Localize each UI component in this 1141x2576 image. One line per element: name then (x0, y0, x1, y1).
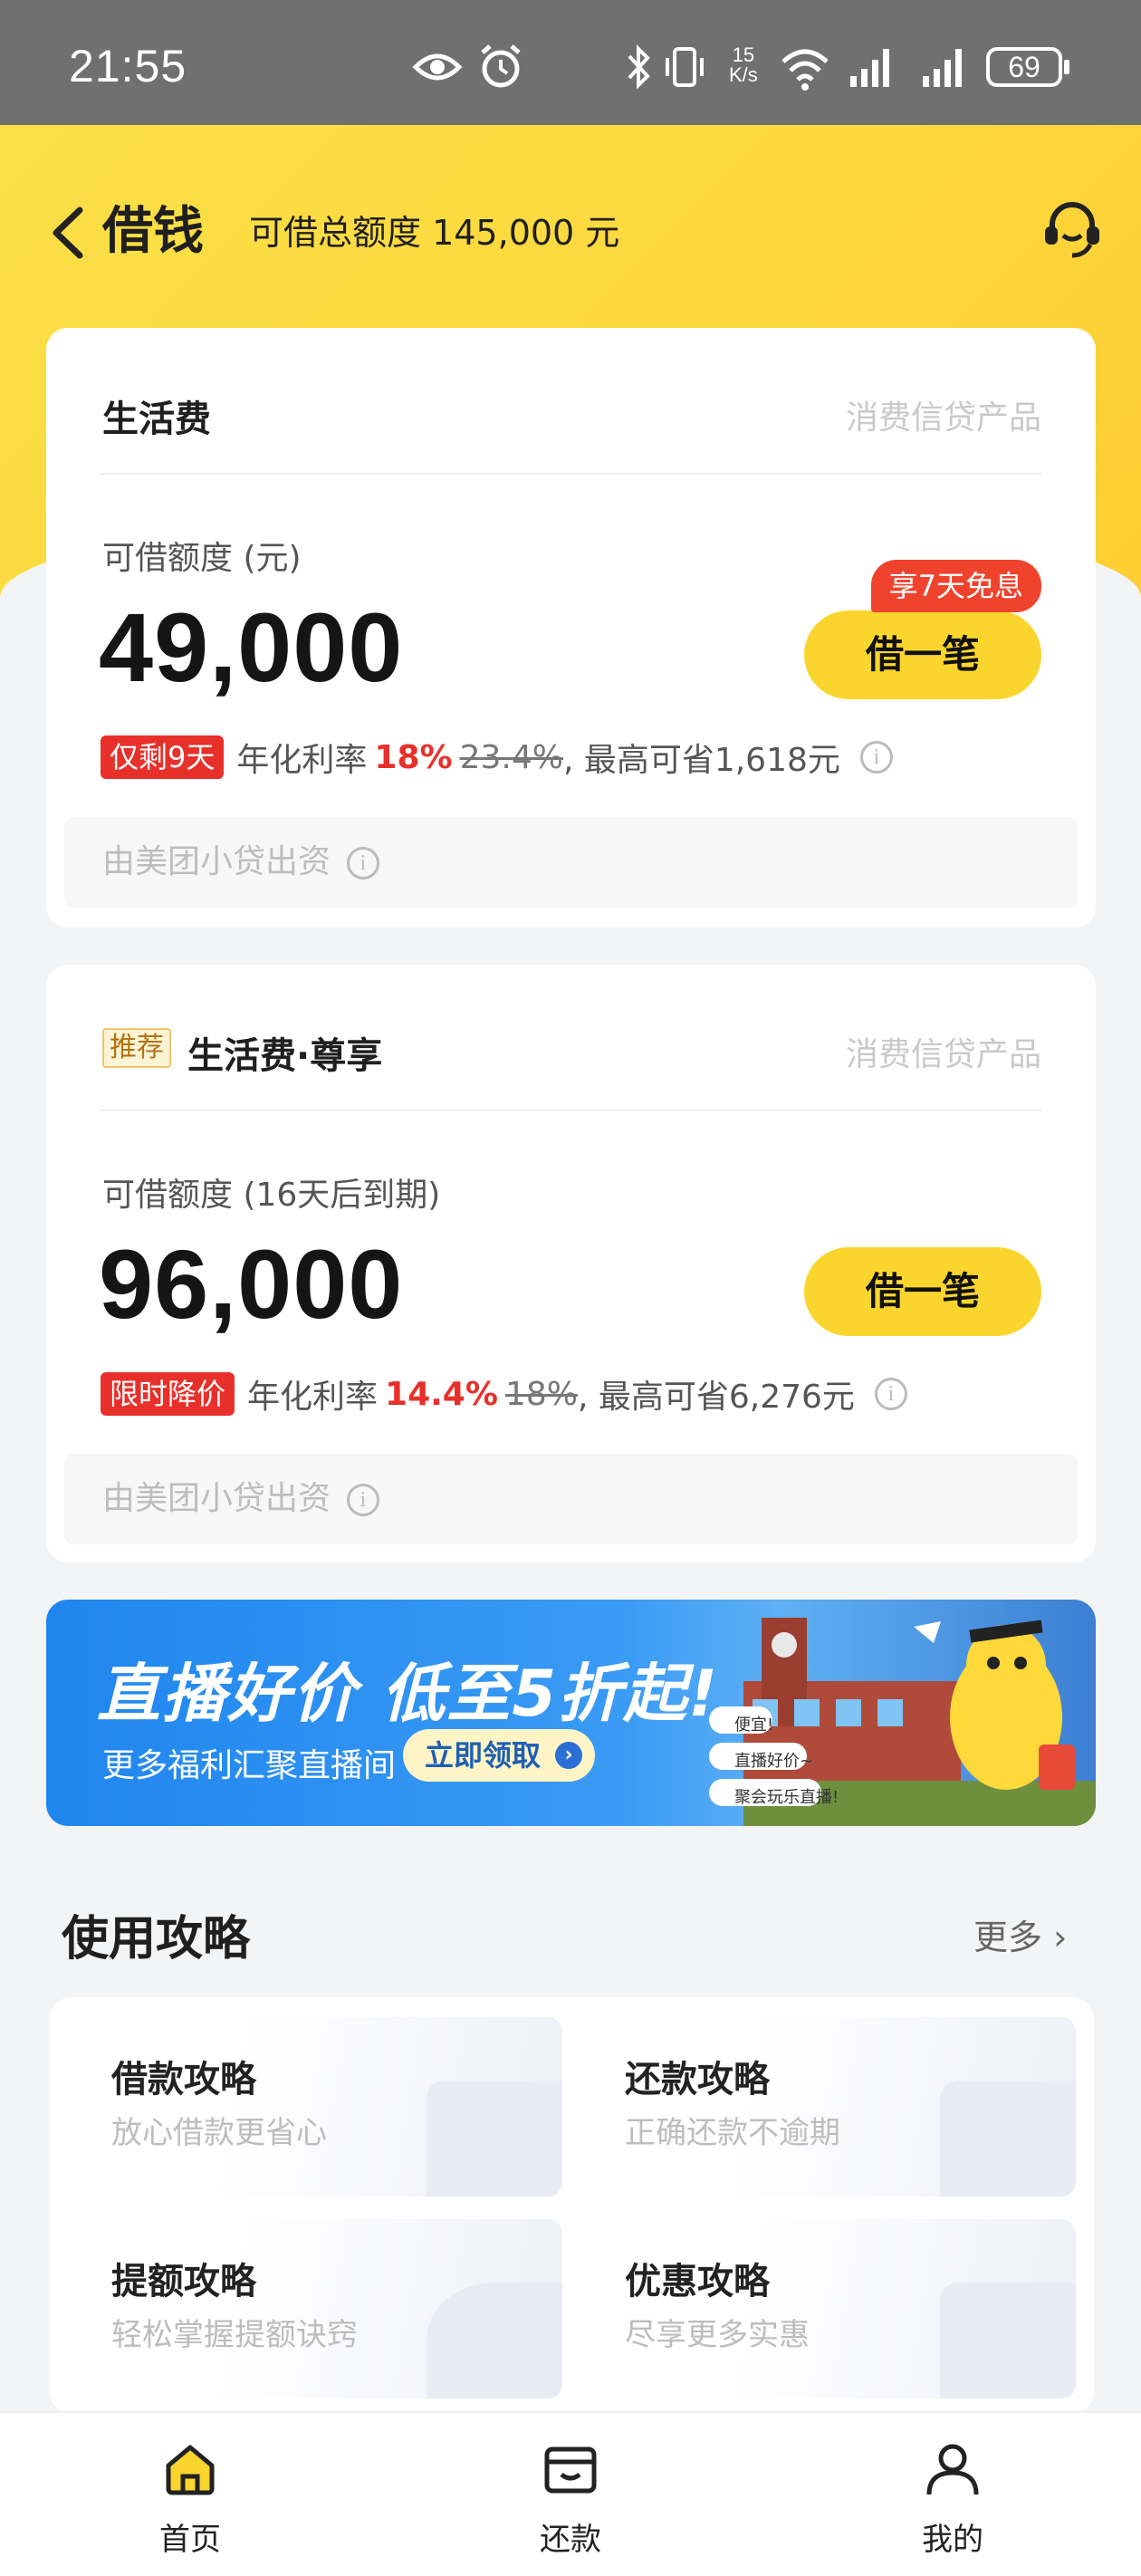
guide-title: 提额攻略 (111, 2261, 256, 2302)
live-promo-banner[interactable]: 直播好价 低至5折起! 更多福利汇聚直播间 立即领取 › 便宜! 直播好价~ 聚会… (46, 1600, 1096, 1826)
funder-note: 由美团小贷出资 i (64, 1454, 1078, 1544)
guide-subtitle: 放心借款更省心 (111, 2115, 327, 2151)
bottom-tab-bar: 首页 还款 我的 (0, 2411, 1141, 2576)
guide-title: 还款攻略 (625, 2059, 770, 2100)
loan-card-premium: 推荐 生活费·尊享 消费信贷产品 可借额度 (16天后到期) 96,000 借一… (46, 965, 1096, 1562)
trend-up-icon (427, 2283, 562, 2398)
status-time: 21:55 (69, 41, 187, 91)
tab-repay[interactable]: 还款 (480, 2413, 661, 2576)
banner-headline: 直播好价 低至5折起! (97, 1657, 719, 1731)
loan-card-living: 生活费 消费信贷产品 可借额度 (元) 49,000 借一笔 享7天免息 仅剩9… (46, 328, 1096, 928)
amount-label: 可借额度 (元) (102, 540, 302, 577)
guide-item-borrow[interactable]: 借款攻略 放心借款更省心 (95, 2017, 562, 2196)
guide-item-discount[interactable]: 优惠攻略 尽享更多实惠 (609, 2219, 1076, 2398)
eye-icon (412, 53, 463, 81)
info-icon[interactable]: i (859, 741, 893, 774)
claim-button-label: 立即领取 (425, 1738, 542, 1773)
rate-line: 限时降价 年化利率 14.4% 18% , 最高可省6,276元 i (101, 1370, 907, 1418)
tab-home[interactable]: 首页 (100, 2413, 281, 2576)
status-icons: 15 K/s 69 (412, 42, 1073, 96)
wallet-icon (544, 2446, 597, 2494)
customer-service-icon[interactable] (1040, 196, 1105, 261)
rate-label: 年化利率 (247, 1379, 379, 1416)
product-type-tag: 消费信贷产品 (845, 1036, 1041, 1073)
page-title: 借钱 (102, 202, 204, 261)
more-link[interactable]: 更多 › (973, 1909, 1067, 1959)
vibrate-icon (666, 47, 704, 87)
net-speed: 15 K/s (729, 43, 758, 86)
banner-bubble: 直播好价~ (734, 1752, 814, 1771)
alarm-icon (481, 44, 521, 88)
banner-bubble: 便宜! (734, 1716, 774, 1735)
divider (101, 1110, 1041, 1111)
original-rate: 23.4% (459, 738, 563, 776)
bluetooth-icon (628, 44, 650, 90)
chevron-right-icon: › (1053, 1918, 1068, 1957)
guide-item-repay[interactable]: 还款攻略 正确还款不逾期 (609, 2017, 1076, 2196)
funder-text: 由美团小贷出资 (102, 843, 331, 880)
signal-icon (850, 49, 889, 87)
saving-text: , 最高可省1,618元 (562, 742, 840, 779)
info-icon[interactable]: i (347, 847, 380, 879)
urgency-tag: 限时降价 (101, 1372, 235, 1416)
funder-text: 由美团小贷出资 (102, 1480, 331, 1517)
tab-label: 首页 (159, 2522, 221, 2558)
tab-label: 我的 (922, 2522, 983, 2558)
home-icon (166, 2445, 215, 2495)
section-title: 使用攻略 (62, 1912, 251, 1966)
status-bar: 21:55 15 K/s 69 (0, 0, 1141, 125)
promo-badge: 享7天免息 (870, 560, 1041, 612)
guide-subtitle: 正确还款不逾期 (625, 2115, 840, 2151)
card-icon (940, 2081, 1076, 2196)
rate-line: 仅剩9天 年化利率 18% 23.4% , 最高可省1,618元 i (101, 734, 893, 781)
claim-button[interactable]: 立即领取 › (403, 1729, 595, 1782)
yuan-icon (940, 2283, 1076, 2398)
banner-bubble: 聚会玩乐直播! (734, 1788, 839, 1807)
product-name: 生活费 (102, 399, 211, 440)
back-arrow-icon[interactable] (47, 201, 87, 264)
top-nav: 借钱 可借总额度 145,000 元 (0, 125, 1141, 324)
total-credit: 可借总额度 145,000 元 (249, 213, 620, 253)
info-icon[interactable]: i (347, 1484, 380, 1516)
more-label: 更多 (973, 1918, 1043, 1957)
user-icon (926, 2444, 979, 2495)
guide-subtitle: 尽享更多实惠 (625, 2317, 810, 2353)
recommend-tag: 推荐 (102, 1028, 171, 1068)
guide-item-raise[interactable]: 提额攻略 轻松掌握提额诀窍 (95, 2219, 562, 2398)
tab-label: 还款 (540, 2522, 601, 2558)
chevron-right-icon: › (555, 1742, 582, 1769)
guide-subtitle: 轻松掌握提额诀窍 (111, 2317, 358, 2353)
tab-mine[interactable]: 我的 (862, 2413, 1043, 2576)
guide-grid: 借款攻略 放心借款更省心 还款攻略 正确还款不逾期 提额攻略 轻松掌握提额诀窍 … (50, 1997, 1094, 2414)
saving-text: , 最高可省6,276元 (577, 1379, 855, 1416)
product-type-tag: 消费信贷产品 (845, 399, 1041, 437)
original-rate: 18% (504, 1375, 578, 1413)
funder-note: 由美团小贷出资 i (64, 817, 1078, 908)
credit-amount: 49,000 (99, 592, 404, 702)
current-rate: 14.4% (385, 1375, 498, 1413)
banner-subline: 更多福利汇聚直播间 (102, 1747, 397, 1784)
guide-title: 优惠攻略 (625, 2261, 770, 2302)
guide-title: 借款攻略 (111, 2059, 256, 2100)
credit-amount: 96,000 (99, 1229, 404, 1339)
wallet-icon (427, 2081, 562, 2196)
borrow-button[interactable]: 借一笔 (804, 610, 1041, 699)
current-rate: 18% (374, 738, 453, 776)
borrow-button[interactable]: 借一笔 (804, 1247, 1041, 1336)
battery-indicator: 69 (986, 47, 1069, 87)
wifi-icon (781, 49, 829, 91)
signal-icon-2 (923, 49, 962, 87)
urgency-tag: 仅剩9天 (101, 735, 225, 779)
rate-label: 年化利率 (236, 742, 368, 779)
product-name: 生活费·尊享 (187, 1035, 383, 1077)
info-icon[interactable]: i (874, 1378, 907, 1410)
amount-label: 可借额度 (16天后到期) (102, 1177, 441, 1214)
divider (101, 473, 1041, 475)
